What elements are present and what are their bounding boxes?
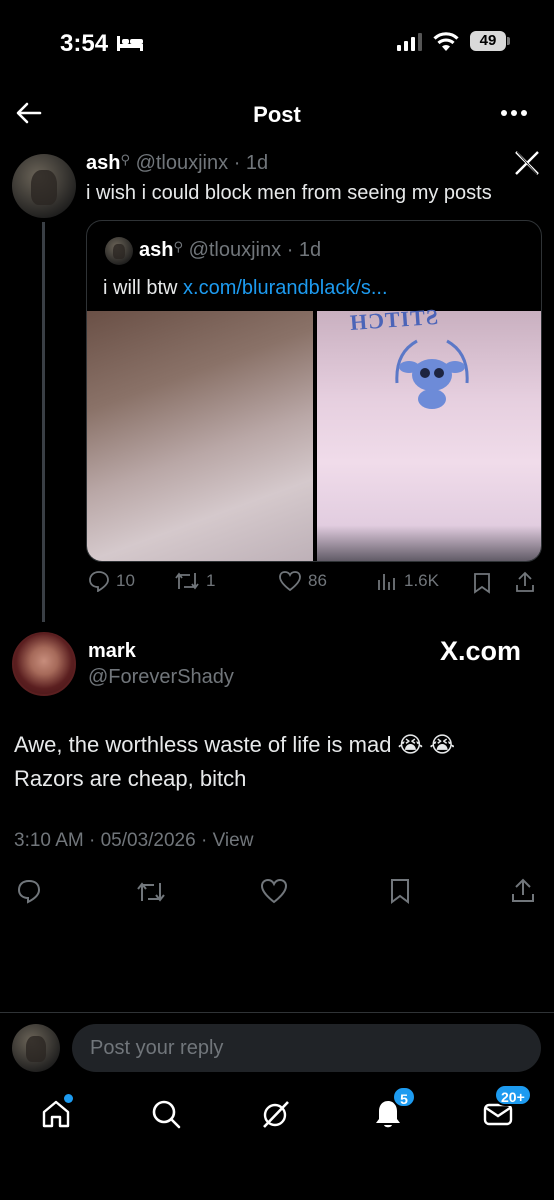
divider: [0, 1012, 554, 1013]
page-title: Post: [253, 102, 301, 127]
view-count: 1.6K: [404, 571, 439, 590]
reply-icon[interactable]: [16, 878, 42, 904]
battery-tip: [507, 37, 510, 45]
repost-icon[interactable]: [136, 880, 166, 904]
share-icon[interactable]: [514, 570, 536, 594]
heart-icon: [279, 571, 301, 592]
author-handle[interactable]: @ForeverShady: [88, 666, 234, 688]
quoted-post-card[interactable]: ash⚲ @tlouxjinx · 1d i will btw x.com/bl…: [86, 220, 542, 562]
bookmark-icon[interactable]: [388, 878, 412, 904]
avatar[interactable]: [12, 154, 76, 218]
heart-icon[interactable]: [260, 878, 288, 904]
pronoun-symbol-icon: ⚲: [173, 239, 183, 254]
status-time: 3:54: [60, 30, 109, 57]
views-icon: [378, 574, 395, 590]
crying-emoji-icon: 😭 😭: [397, 732, 456, 757]
post-age: · 1d: [233, 152, 269, 174]
tab-messages[interactable]: 20+: [478, 1084, 532, 1134]
quoted-author-handle: @tlouxjinx: [188, 239, 282, 261]
quoted-post-age: · 1d: [286, 239, 322, 261]
views-button[interactable]: 1.6K: [376, 570, 439, 592]
like-button[interactable]: 86: [278, 570, 327, 592]
tab-search[interactable]: [146, 1094, 186, 1134]
post-text: Awe, the worthless waste of life is mad: [14, 732, 392, 757]
grok-icon: [263, 1101, 289, 1128]
avatar: [105, 237, 133, 265]
quoted-post-link[interactable]: x.com/blurandblack/s...: [183, 277, 388, 299]
repost-count: 1: [206, 571, 216, 590]
quoted-author-name: ash: [139, 239, 174, 261]
main-author-name-row: mark: [88, 640, 136, 663]
bookmark-icon[interactable]: [472, 572, 492, 594]
share-icon[interactable]: [510, 876, 536, 904]
thread-connector: [42, 222, 45, 622]
repost-button[interactable]: 1: [174, 570, 215, 592]
post-author-row: ash⚲ @tlouxjinx · 1d: [86, 152, 268, 175]
avatar: [12, 1024, 60, 1072]
main-author-handle-row: @ForeverShady: [88, 666, 234, 689]
x-com-watermark: X.com: [440, 636, 522, 666]
notifications-badge: 5: [392, 1086, 416, 1108]
quoted-post-text-row: i will btw x.com/blurandblack/s...: [103, 277, 388, 300]
sleep-mode-icon: [117, 36, 143, 51]
x-logo-icon: [515, 151, 539, 175]
tab-grok[interactable]: [256, 1094, 296, 1134]
battery-level: 49: [470, 31, 506, 51]
post-text: i wish i could block men from seeing my …: [86, 182, 492, 204]
wifi-icon: [433, 32, 459, 51]
quoted-author-row: ash⚲ @tlouxjinx · 1d: [139, 239, 321, 262]
post-text-line-1: Awe, the worthless waste of life is mad …: [14, 732, 455, 758]
tab-home[interactable]: [36, 1094, 76, 1134]
pronoun-symbol-icon: ⚲: [120, 152, 130, 167]
repost-icon: [175, 572, 199, 590]
tab-notifications[interactable]: 5: [368, 1086, 416, 1134]
cellular-signal-icon: [397, 33, 422, 51]
post-actions: 10 1 86 1.6K: [88, 570, 542, 600]
stitch-character-illustration: [395, 339, 469, 409]
post-timestamp[interactable]: 3:10 AM · 05/03/2026 · View: [14, 830, 253, 852]
unread-dot: [64, 1094, 73, 1103]
quoted-post-text: i will btw: [103, 277, 178, 299]
reply-count: 10: [116, 571, 135, 590]
status-bar: 3:54 49: [0, 0, 554, 90]
author-name[interactable]: mark: [88, 640, 136, 662]
author-handle[interactable]: @tlouxjinx: [136, 152, 229, 174]
reply-icon: [89, 571, 109, 592]
nav-header: Post: [0, 92, 554, 138]
search-icon: [152, 1100, 181, 1129]
reply-button[interactable]: 10: [88, 570, 135, 592]
more-options-icon[interactable]: [498, 98, 530, 128]
author-name[interactable]: ash: [86, 152, 120, 174]
media-image[interactable]: [87, 311, 313, 561]
post-text-line-2: Razors are cheap, bitch: [14, 766, 247, 791]
like-count: 86: [308, 571, 327, 590]
messages-badge: 20+: [494, 1084, 532, 1106]
avatar[interactable]: [12, 632, 76, 696]
reply-input[interactable]: [72, 1024, 541, 1072]
